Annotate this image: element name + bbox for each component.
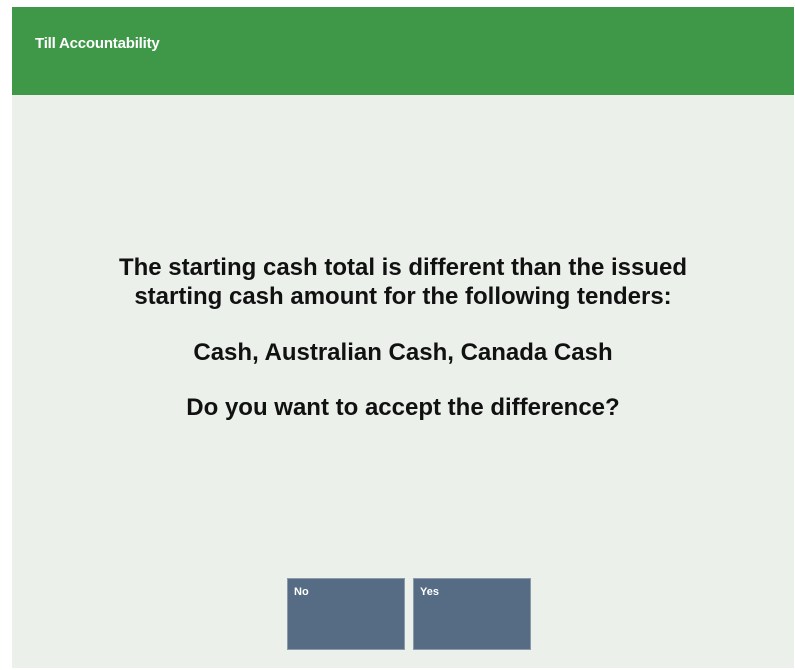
no-button[interactable]: No [287,578,405,650]
confirmation-question: Do you want to accept the difference? [186,394,620,421]
message-line-2: starting cash amount for the following t… [134,283,672,310]
dialog-message: The starting cash total is different tha… [12,253,794,422]
till-accountability-dialog: Till Accountability The starting cash to… [12,7,794,668]
yes-button-label: Yes [420,586,439,598]
title-bar: Till Accountability [12,7,794,95]
tenders-list: Cash, Australian Cash, Canada Cash [193,339,613,366]
no-button-label: No [294,586,309,598]
yes-button[interactable]: Yes [413,578,531,650]
dialog-title: Till Accountability [35,35,160,52]
message-line-1: The starting cash total is different tha… [118,254,688,281]
